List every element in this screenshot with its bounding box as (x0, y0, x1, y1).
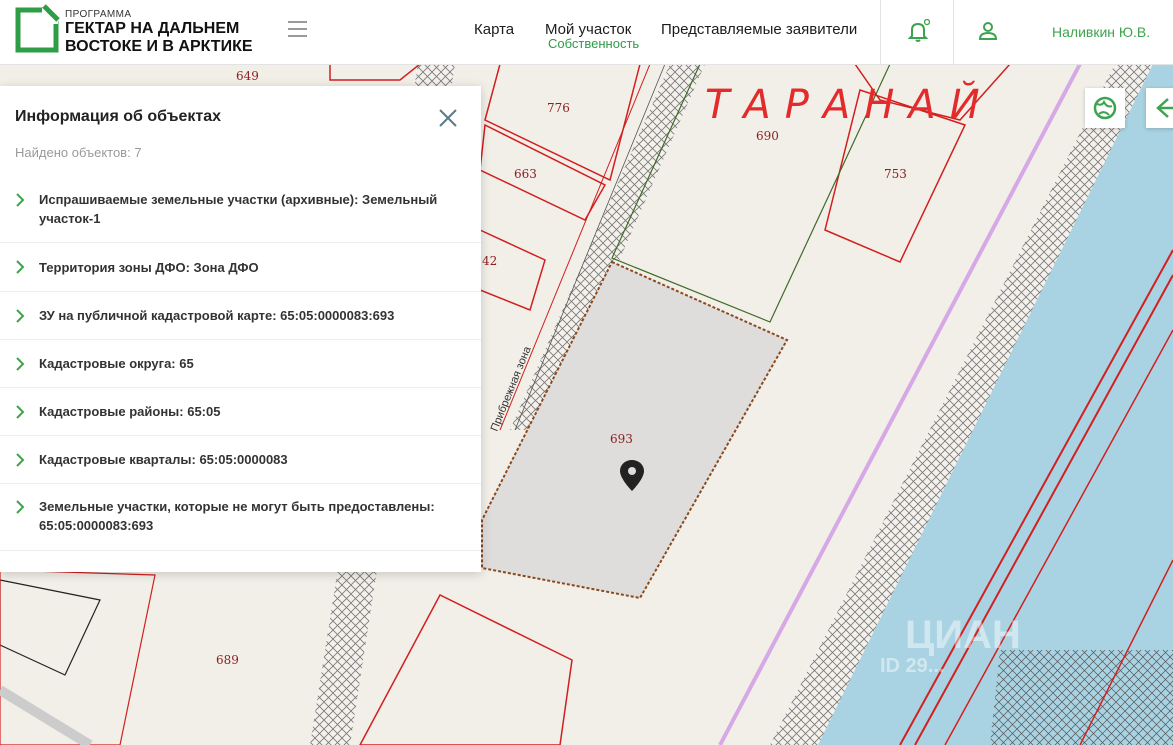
watermark-id: ID 29... (880, 655, 944, 677)
list-item-label: ЗУ на публичной кадастровой карте: 65:05… (39, 308, 395, 323)
logo-icon (15, 4, 60, 53)
menu-icon[interactable] (288, 21, 307, 37)
objects-count: Найдено объектов: 7 (15, 145, 142, 160)
object-info-panel: Информация об объектах Найдено объектов:… (0, 86, 481, 572)
chevron-right-icon (16, 453, 25, 467)
list-item-label: Кадастровые кварталы: 65:05:0000083 (39, 452, 288, 467)
list-item[interactable]: Кадастровые округа: 65 (0, 340, 481, 388)
back-arrow-icon (1156, 98, 1173, 118)
nav-my-plot-sub[interactable]: Собственность (548, 36, 639, 51)
parcel-label-693: 693 (610, 432, 633, 446)
list-item[interactable]: Территория зоны ДФО: Зона ДФО (0, 243, 481, 292)
parcel-label-649: 649 (236, 69, 259, 83)
water-hatch (990, 650, 1173, 745)
chevron-right-icon (16, 193, 25, 207)
logo-caption: ПРОГРАММА (65, 9, 132, 20)
bell-icon[interactable] (906, 19, 930, 43)
nav-applicants[interactable]: Представляемые заявители (661, 21, 857, 38)
panel-title: Информация об объектах (15, 108, 222, 125)
handwritten-annotation: ТАРАНАЙ (705, 80, 994, 128)
user-icon[interactable] (976, 19, 1000, 43)
list-item[interactable]: Земельные участки, которые не могут быть… (0, 484, 481, 551)
parcel-label-42: 42 (482, 254, 497, 268)
list-item-label: Земельные участки, которые не могут быть… (39, 499, 435, 533)
top-bar: ПРОГРАММА ГЕКТАР НА ДАЛЬНЕМ ВОСТОКЕ И В … (0, 0, 1173, 65)
list-item[interactable]: Испрашиваемые земельные участки (архивны… (0, 180, 481, 243)
parcel-label-753: 753 (884, 167, 907, 181)
list-item-label: Испрашиваемые земельные участки (архивны… (39, 192, 438, 226)
parcel-label-690: 690 (756, 129, 779, 143)
chevron-right-icon (16, 309, 25, 323)
parcel-label-663: 663 (514, 167, 537, 181)
divider (953, 0, 954, 64)
watermark: ЦИАН (905, 613, 1021, 657)
list-item[interactable]: Кадастровые районы: 65:05 (0, 388, 481, 436)
chevron-right-icon (16, 357, 25, 371)
list-item[interactable]: Кадастровые кварталы: 65:05:0000083 (0, 436, 481, 484)
globe-icon (1093, 96, 1117, 120)
list-item-label: Кадастровые округа: 65 (39, 356, 194, 371)
list-item[interactable]: ЗУ на публичной кадастровой карте: 65:05… (0, 292, 481, 340)
list-item-label: Территория зоны ДФО: Зона ДФО (39, 260, 259, 275)
chevron-right-icon (16, 260, 25, 274)
divider (880, 0, 881, 64)
parcel-label-776: 776 (547, 101, 570, 115)
list-item-label: Кадастровые районы: 65:05 (39, 404, 221, 419)
close-icon[interactable] (436, 106, 460, 130)
parcel-label-689: 689 (216, 653, 239, 667)
back-button[interactable] (1146, 88, 1173, 128)
user-name[interactable]: Наливкин Ю.В. (1052, 24, 1150, 40)
map-layers-button[interactable] (1085, 88, 1125, 128)
logo-title-line2: ВОСТОКЕ И В АРКТИКЕ (65, 38, 253, 55)
chevron-right-icon (16, 500, 25, 514)
chevron-right-icon (16, 405, 25, 419)
logo-title-line1: ГЕКТАР НА ДАЛЬНЕМ (65, 20, 240, 37)
nav-map[interactable]: Карта (474, 21, 514, 38)
logo[interactable]: ПРОГРАММА ГЕКТАР НА ДАЛЬНЕМ ВОСТОКЕ И В … (14, 4, 264, 60)
